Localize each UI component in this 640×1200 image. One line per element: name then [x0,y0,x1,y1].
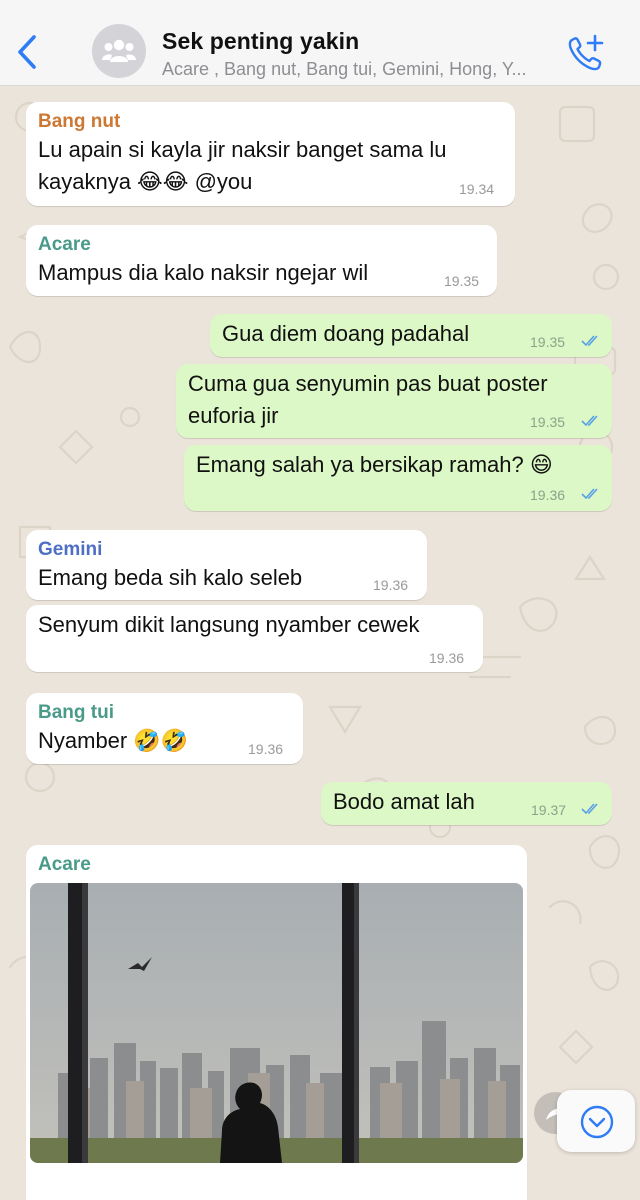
sender-name[interactable]: Acare [38,233,485,257]
message-bubble[interactable]: Bang tui Nyamber 🤣🤣 19.36 [26,693,303,764]
chevron-down-circle-icon [580,1105,614,1139]
back-button[interactable] [14,34,44,70]
message-list[interactable]: Bang nut Lu apain si kayla jir naksir ba… [0,87,640,1200]
message-bubble[interactable]: Cuma gua senyumin pas buat poster eufori… [176,364,612,438]
message-time: 19.35 [530,334,566,350]
message-text: Mampus dia kalo naksir ngejar wil [38,260,369,285]
message-time: 19.36 [248,741,284,757]
message-time: 19.35 [530,414,566,430]
message-text: Senyum dikit langsung nyamber cewek [38,612,420,637]
sender-name[interactable]: Acare [38,853,515,877]
group-avatar[interactable] [92,24,146,78]
group-icon [102,39,136,62]
message-bubble[interactable]: Gemini Emang beda sih kalo seleb 19.36 [26,530,427,600]
message-bubble[interactable]: Senyum dikit langsung nyamber cewek 19.3… [26,605,483,672]
message-bubble[interactable]: Acare Mampus dia kalo naksir ngejar wil … [26,225,497,296]
message-time: 19.36 [373,577,409,593]
chevron-left-icon [18,35,36,69]
sender-name[interactable]: Bang nut [38,110,503,134]
message-bubble[interactable]: Emang salah ya bersikap ramah? 😄 19.36 [184,445,612,511]
message-time: 19.37 [531,802,567,818]
chat-participants[interactable]: Acare , Bang nut, Bang tui, Gemini, Hong… [162,59,552,80]
message-time: 19.36 [429,650,465,666]
message-time: 19.35 [444,273,480,289]
sender-name[interactable]: Gemini [38,538,415,562]
message-text: Emang salah ya bersikap ramah? 😄 [196,452,553,477]
read-receipt-icon [581,488,598,500]
scroll-to-bottom-button[interactable] [557,1090,635,1152]
phone-plus-icon [568,34,604,71]
read-receipt-icon [581,335,598,347]
message-text: Lu apain si kayla jir naksir banget sama… [38,137,447,162]
chat-header: Sek penting yakin Acare , Bang nut, Bang… [0,0,640,86]
message-text: kayaknya 😂😂 @you [38,169,253,194]
message-text: Emang beda sih kalo seleb [38,565,303,590]
photo-message-bubble[interactable]: Acare [26,845,527,1200]
message-time: 19.36 [530,487,566,503]
message-time: 19.34 [459,181,495,197]
city-skyline-image [30,883,523,1163]
message-bubble[interactable]: Bodo amat lah 19.37 [321,782,612,825]
shared-photo[interactable] [30,883,523,1163]
message-bubble[interactable]: Gua diem doang padahal 19.35 [210,314,612,357]
message-bubble[interactable]: Bang nut Lu apain si kayla jir naksir ba… [26,102,515,206]
add-call-button[interactable] [566,34,606,72]
read-receipt-icon [581,415,598,427]
message-text: Cuma gua senyumin pas buat poster [188,371,548,396]
sender-name[interactable]: Bang tui [38,701,291,725]
chat-title[interactable]: Sek penting yakin [162,28,359,55]
read-receipt-icon [581,803,598,815]
